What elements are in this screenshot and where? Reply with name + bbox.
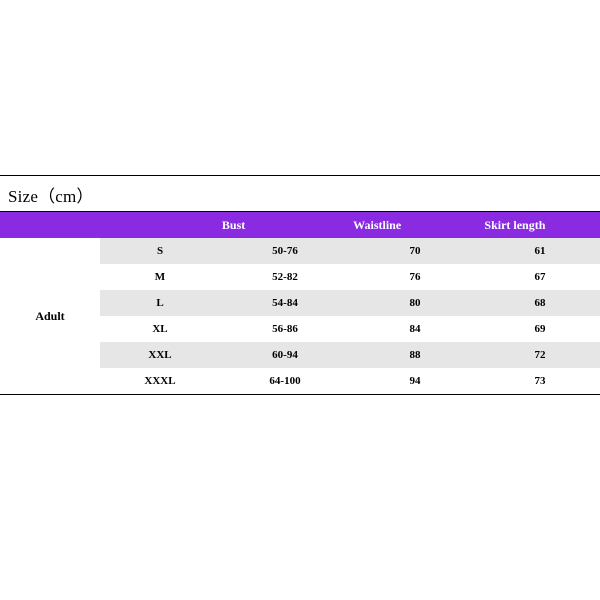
cell-size: XXXL [100,375,220,387]
cell-skirt-length: 69 [480,323,600,335]
header-skirt-length: Skirt length [478,218,600,233]
cell-bust: 64-100 [220,375,350,387]
table-row: XXXL 64-100 94 73 [100,368,600,395]
cell-skirt-length: 67 [480,271,600,283]
table-row: XXL 60-94 88 72 [100,342,600,368]
cell-size: XXL [100,349,220,361]
cell-skirt-length: 72 [480,349,600,361]
cell-waistline: 80 [350,297,480,309]
cell-size: M [100,271,220,283]
chart-title: Size（cm） [8,187,94,206]
cell-waistline: 76 [350,271,480,283]
cell-waistline: 70 [350,245,480,257]
table-row: M 52-82 76 67 [100,264,600,290]
cell-size: L [100,297,220,309]
cell-bust: 56-86 [220,323,350,335]
table-row: S 50-76 70 61 [100,238,600,264]
rows-column: S 50-76 70 61 M 52-82 76 67 L 54-84 80 6… [100,238,600,395]
cell-waistline: 94 [350,375,480,387]
header-waistline: Waistline [347,218,478,233]
cell-size: S [100,245,220,257]
table-row: L 54-84 80 68 [100,290,600,316]
header-row: Bust Waistline Skirt length [0,212,600,238]
cell-skirt-length: 68 [480,297,600,309]
cell-bust: 54-84 [220,297,350,309]
table-row: XL 56-86 84 69 [100,316,600,342]
cell-skirt-length: 61 [480,245,600,257]
title-row: Size（cm） [0,175,600,212]
cell-bust: 52-82 [220,271,350,283]
cell-size: XL [100,323,220,335]
cell-bust: 60-94 [220,349,350,361]
table-body: Adult S 50-76 70 61 M 52-82 76 67 L 54-8… [0,238,600,395]
cell-bust: 50-76 [220,245,350,257]
size-chart-container: Size（cm） Bust Waistline Skirt length Adu… [0,175,600,395]
cell-waistline: 88 [350,349,480,361]
category-label: Adult [0,238,100,395]
cell-skirt-length: 73 [480,375,600,387]
header-bust: Bust [212,218,347,233]
cell-waistline: 84 [350,323,480,335]
